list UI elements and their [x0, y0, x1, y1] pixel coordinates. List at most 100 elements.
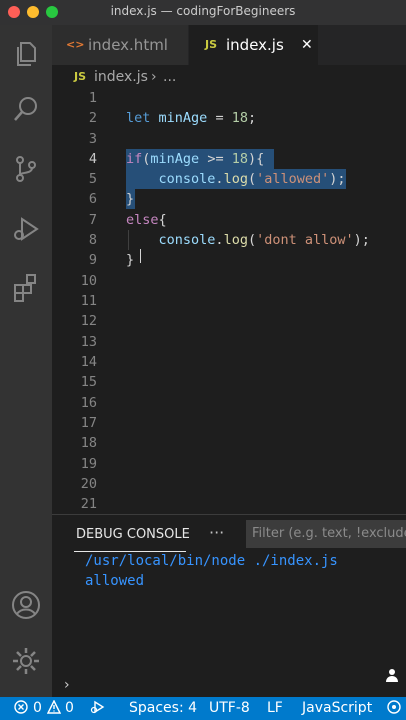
- code-token: ;: [247, 110, 257, 126]
- line-number: 12: [80, 313, 97, 329]
- code-token: );: [353, 232, 370, 248]
- line-number: 6: [88, 191, 97, 207]
- live-share-icon[interactable]: [386, 697, 402, 720]
- line-number: 8: [88, 232, 97, 248]
- close-tab-icon[interactable]: ✕: [301, 25, 313, 65]
- account-icon[interactable]: [10, 589, 42, 621]
- activity-bar: [0, 25, 52, 697]
- line-number: 21: [80, 496, 97, 512]
- person-icon: [384, 667, 400, 687]
- tab-label: index.html: [88, 36, 168, 54]
- breadcrumb-separator: ›: [151, 69, 157, 85]
- run-debug-icon[interactable]: [10, 213, 42, 245]
- tab-label: index.js: [226, 36, 284, 54]
- code-line-7: else{: [126, 210, 167, 230]
- settings-gear-icon[interactable]: [10, 645, 42, 677]
- line-number: 20: [80, 476, 97, 492]
- error-count[interactable]: 0: [33, 697, 42, 720]
- console-prompt-icon[interactable]: ›: [64, 677, 70, 693]
- mouse-cursor-icon: [140, 249, 143, 263]
- line-number: 15: [80, 374, 97, 390]
- line-number: 5: [88, 171, 97, 187]
- files-icon[interactable]: [10, 37, 42, 69]
- number: 18: [231, 151, 248, 167]
- line-number: 16: [80, 395, 97, 411]
- string: 'allowed': [256, 171, 330, 187]
- errors-icon[interactable]: [14, 697, 28, 720]
- code-token: >=: [199, 151, 232, 167]
- line-number: 10: [80, 273, 97, 289]
- html-file-icon: <>: [66, 38, 85, 51]
- search-icon[interactable]: [10, 93, 42, 125]
- indentation-setting[interactable]: Spaces: 4: [129, 697, 197, 720]
- code-line-5: console.log('allowed');: [126, 169, 346, 189]
- line-number: 11: [80, 293, 97, 309]
- js-file-icon: JS: [205, 38, 218, 51]
- breadcrumb-file[interactable]: index.js: [94, 66, 148, 88]
- variable: console: [158, 232, 216, 248]
- breadcrumb-symbols[interactable]: ...: [163, 66, 176, 88]
- tab-index-html[interactable]: <> index.html: [52, 25, 188, 65]
- code-line-8: console.log('dont allow');: [126, 230, 370, 250]
- line-number: 2: [88, 110, 97, 126]
- title-bar: index.js — codingForBegineers: [0, 0, 406, 26]
- filter-input[interactable]: Filter (e.g. text, !exclude): [246, 520, 406, 548]
- eol-setting[interactable]: LF: [267, 697, 283, 720]
- warnings-icon[interactable]: [46, 697, 62, 720]
- window-title: index.js — codingForBegineers: [110, 4, 296, 18]
- line-number: 7: [88, 212, 97, 228]
- function: log: [223, 232, 248, 248]
- code-token: );: [329, 171, 346, 187]
- line-number: 13: [80, 334, 97, 350]
- variable: console: [158, 171, 216, 187]
- encoding-setting[interactable]: UTF-8: [209, 697, 250, 720]
- code-token: .: [215, 171, 224, 187]
- warning-count[interactable]: 0: [65, 697, 74, 720]
- more-actions-icon[interactable]: ···: [209, 523, 224, 542]
- line-number: 1: [88, 90, 97, 106]
- string: 'dont allow': [256, 232, 354, 248]
- status-bar: 0 0 Spaces: 4 UTF-8 LF JavaScript: [0, 697, 406, 720]
- keyword: let: [126, 110, 151, 126]
- code-token: (: [247, 232, 257, 248]
- number: 18: [231, 110, 248, 126]
- line-number: 18: [80, 435, 97, 451]
- line-number: 4: [88, 151, 97, 167]
- debug-launch-icon[interactable]: [90, 697, 106, 720]
- language-mode[interactable]: JavaScript: [302, 697, 372, 720]
- tab-index-js[interactable]: JS index.js ✕: [189, 25, 318, 65]
- keyword: else: [126, 212, 159, 228]
- tab-debug-console[interactable]: DEBUG CONSOLE: [76, 527, 190, 542]
- breadcrumb: JS index.js › ...: [52, 66, 406, 88]
- line-number: 9: [88, 252, 97, 268]
- code-token: (: [247, 171, 257, 187]
- code-line-2: let minAge = 18;: [126, 108, 256, 128]
- line-number: 3: [88, 131, 97, 147]
- debug-console-panel: DEBUG CONSOLE ··· Filter (e.g. text, !ex…: [52, 514, 406, 698]
- code-line-6: }: [126, 191, 135, 207]
- code-token: ){: [247, 151, 265, 167]
- function: log: [223, 171, 248, 187]
- variable: minAge: [158, 110, 208, 126]
- line-number: 14: [80, 354, 97, 370]
- js-file-icon: JS: [74, 70, 87, 83]
- source-control-icon[interactable]: [10, 153, 42, 185]
- editor-tabs: <> index.html JS index.js ✕: [52, 25, 406, 65]
- variable: minAge: [150, 151, 200, 167]
- indent-guide: [128, 230, 129, 250]
- code-token: {: [158, 212, 167, 228]
- code-line-4: if(minAge >= 18){: [126, 149, 264, 169]
- line-number: 19: [80, 456, 97, 472]
- console-output-line: /usr/local/bin/node ./index.js: [85, 553, 338, 569]
- code-token: =: [207, 110, 232, 126]
- code-line-9: }: [126, 252, 135, 268]
- keyword: if: [126, 151, 143, 167]
- active-tab-indicator: [74, 551, 186, 552]
- console-output-line: allowed: [85, 573, 145, 589]
- code-editor[interactable]: 1 2 3 4 5 6 7 8 9 10 11 12 13 14 15 16 1…: [52, 88, 406, 514]
- extensions-icon[interactable]: [10, 271, 42, 303]
- line-number: 17: [80, 415, 97, 431]
